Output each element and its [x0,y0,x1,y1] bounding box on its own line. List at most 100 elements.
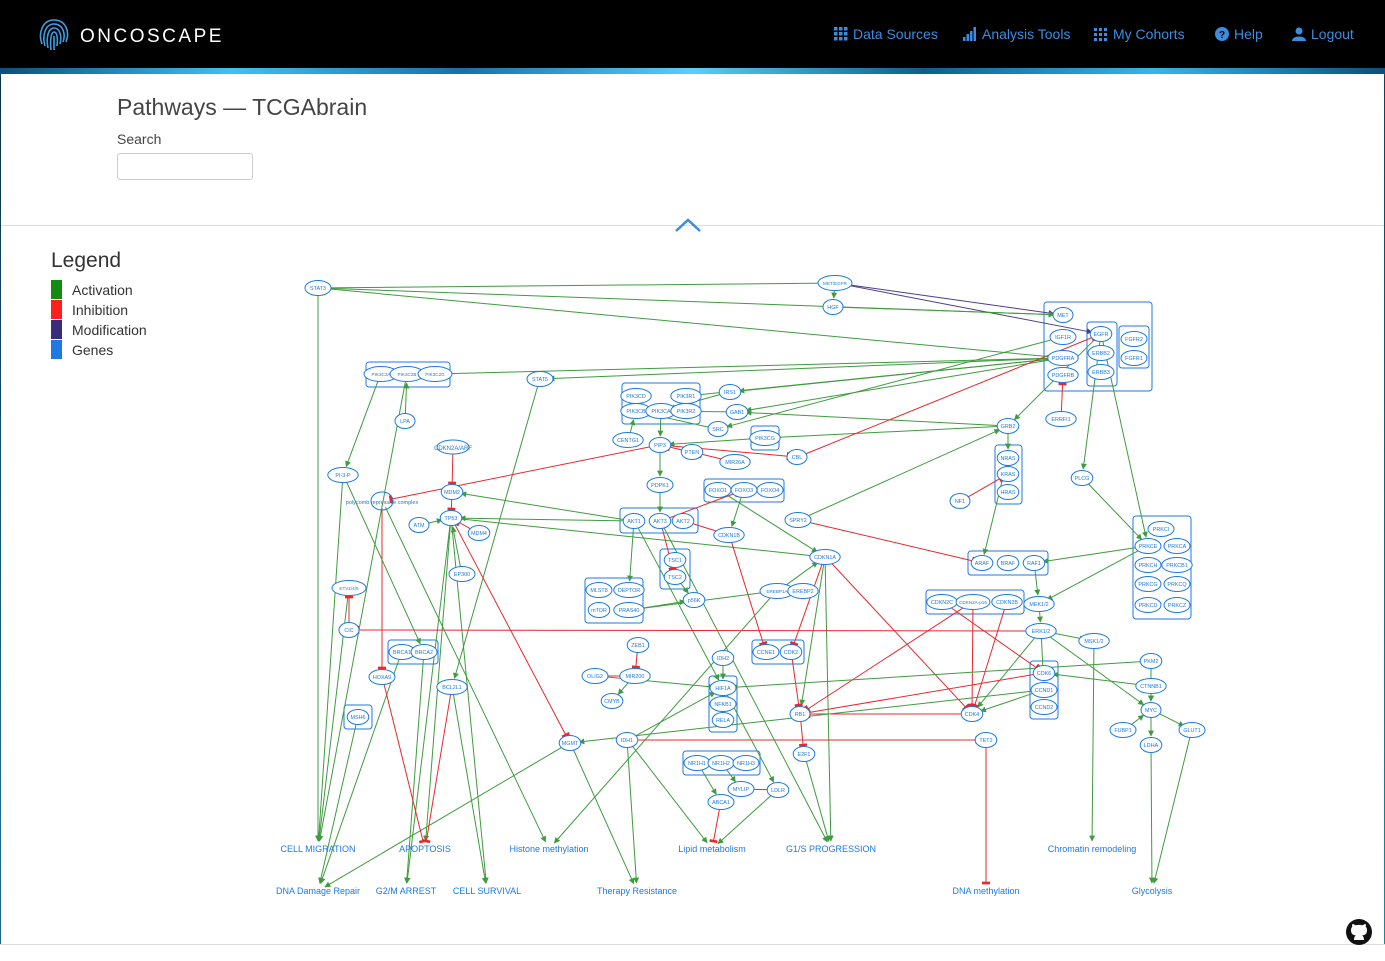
gene-node[interactable]: CDKN1A [809,549,841,565]
gene-node[interactable]: TSC2 [663,569,687,585]
gene-node[interactable]: ATM [408,517,430,533]
gene-node[interactable]: CDK2 [779,644,803,660]
gene-node[interactable]: CCND1 [1030,682,1058,698]
gene-node[interactable]: MET/EGFR [817,275,853,291]
gene-node[interactable]: NR1H3 [732,755,760,771]
pathway-network-graph[interactable]: STAT3 MET/EGFR HGF MET IGF1R EGFR ERBB2 ERBB3 FG… [0,0,1385,961]
gene-node[interactable]: PRKCB1 [1161,557,1193,573]
gene-node[interactable]: PRKCD [1134,597,1162,613]
gene-node[interactable]: PLCG [1070,470,1094,486]
gene-node[interactable]: IRS1 [718,384,742,400]
gene-node[interactable]: PIK3CG [749,430,781,446]
gene-node[interactable]: E2F1 [792,746,816,762]
gene-node[interactable]: IDH1 [615,732,639,748]
gene-node[interactable]: ERK1/2 [1025,623,1057,639]
gene-node[interactable]: PRKCG [1134,576,1162,592]
gene-node[interactable]: AKT1 [622,513,646,529]
gene-node[interactable]: SPRY2 [784,512,812,528]
gene-node[interactable]: EGFR [1089,326,1113,342]
gene-node[interactable]: AKT3 [648,513,672,529]
gene-node[interactable]: MEK1/2 [1023,596,1055,612]
gene-node[interactable]: MIR200 [619,668,651,684]
gene-node[interactable]: BRAF [996,555,1020,571]
gene-node[interactable]: BCL2L1 [436,679,468,695]
gene-node[interactable]: MDM4 [467,525,491,541]
gene-node[interactable]: PDGFRB [1047,367,1079,383]
gene-node[interactable]: CDKN1B [713,527,745,543]
gene-node[interactable]: CDKN2A/ARF [434,439,472,455]
gene-node[interactable]: NR1H1 [683,755,711,771]
gene-node[interactable]: TP53 [439,510,463,526]
process-label[interactable]: CELL SURVIVAL [453,886,521,896]
gene-node[interactable]: MGMT [558,735,582,751]
gene-node[interactable]: FOXO4 [756,482,784,498]
gene-node[interactable]: PTEN [680,444,704,460]
gene-node[interactable]: NRAS [996,450,1020,466]
gene-node[interactable]: GLUT1 [1178,722,1206,738]
gene-node[interactable]: CCNE1 [752,644,780,660]
gene-node[interactable]: HGF [822,299,844,315]
gene-node[interactable]: IGF1R [1049,329,1077,345]
gene-node[interactable]: PIK3CD [620,388,652,404]
gene-node[interactable]: NFKB1 [709,696,737,712]
gene-node[interactable]: MYLIP [727,781,755,797]
gene-node[interactable]: AKT2 [671,513,695,529]
gene-node[interactable]: TSC1 [663,552,687,568]
gene-node[interactable]: PKM2 [1139,653,1163,669]
gene-node[interactable]: GAB1 [725,404,749,420]
process-label[interactable]: G1/S PROGRESSION [786,844,876,854]
gene-node[interactable]: MLST8 [585,582,613,598]
gene-node[interactable]: PI-3-P [327,467,359,483]
gene-node[interactable]: LDLR [766,782,790,798]
gene-node[interactable]: CCND2 [1030,699,1058,715]
gene-node[interactable]: OLIG2 [581,668,609,684]
gene-node[interactable]: HRAS [996,484,1020,500]
gene-node[interactable]: BRCA2 [410,644,438,660]
process-label[interactable]: DNA methylation [952,886,1019,896]
gene-node[interactable]: RELA [711,712,735,728]
gene-node[interactable]: PRKCI [1147,521,1175,537]
gene-node[interactable]: ABCA1 [707,794,735,810]
gene-node[interactable]: MDM2 [440,484,464,500]
gene-node[interactable]: EREBP2 [787,583,819,599]
gene-node[interactable]: NR1H2 [707,755,735,771]
process-label[interactable]: Glycolysis [1132,886,1173,896]
gene-node[interactable]: FUBP1 [1109,722,1137,738]
gene-node[interactable]: STAT3 [304,280,332,296]
github-icon[interactable] [1345,918,1373,946]
gene-node[interactable]: RAF1 [1022,555,1046,571]
gene-node[interactable]: CDKN2B [991,594,1023,610]
gene-node[interactable]: MYC [1140,702,1162,718]
gene-node[interactable]: CDK6 [1032,665,1056,681]
gene-node[interactable]: KRAS [996,466,1020,482]
gene-node[interactable]: PIK3R2 [670,403,702,419]
gene-node[interactable]: DEPTOR [613,582,645,598]
gene-node[interactable]: PRKCH [1134,557,1162,573]
gene-node[interactable]: PRKCE [1134,538,1162,554]
gene-node[interactable]: ERBB3 [1087,364,1115,380]
gene-node[interactable]: mTOR [587,602,611,618]
gene-node[interactable]: PIK3C2G [417,366,453,382]
gene-node[interactable]: PRKCA [1163,538,1191,554]
gene-node[interactable]: ERRFI1 [1045,411,1077,427]
gene-node[interactable]: ARAF [970,555,994,571]
gene-node[interactable]: PRKCZ [1163,597,1191,613]
gene-node[interactable]: PIP3 [648,437,672,453]
gene-node[interactable]: RB1 [789,706,811,722]
process-label[interactable]: Lipid metabolism [678,844,746,854]
gene-node[interactable]: NF1 [949,493,971,509]
gene-node[interactable]: CDK4 [960,706,984,722]
gene-node[interactable]: ERBB2 [1087,345,1115,361]
gene-node[interactable]: FOXO3 [730,482,758,498]
gene-node[interactable]: ZEB1 [626,637,650,653]
gene-node[interactable]: SRC [707,421,729,437]
gene-node[interactable]: STAT5 [526,371,554,387]
gene-node[interactable]: CMYB [600,693,624,709]
gene-node[interactable]: CDKN2A-p16 [955,594,991,610]
gene-node[interactable]: FOXO1 [704,482,732,498]
process-label[interactable]: APOPTOSIS [399,844,451,854]
gene-node[interactable]: CDKN2C [926,594,958,610]
gene-node[interactable]: MET [1052,307,1074,323]
gene-node[interactable]: CIC [338,622,360,638]
gene-node[interactable]: p56K [682,592,706,608]
